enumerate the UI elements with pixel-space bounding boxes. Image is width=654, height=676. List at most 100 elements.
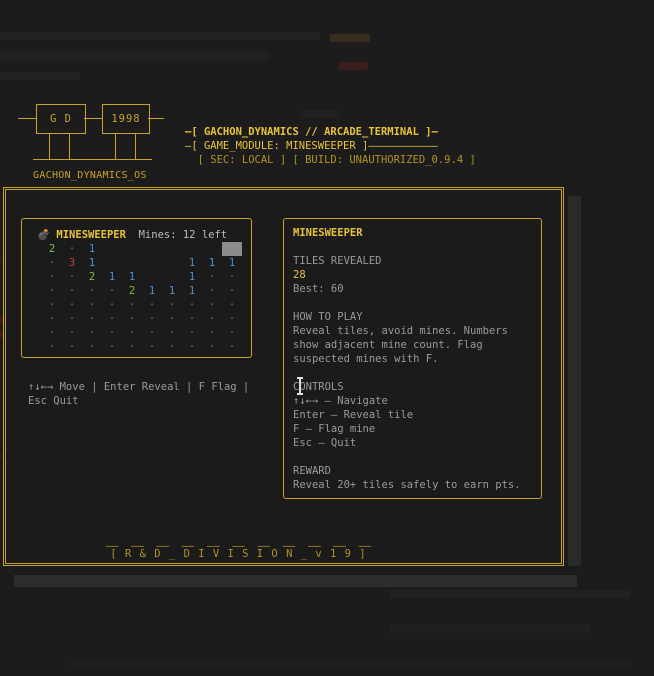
mine-cell[interactable]: · xyxy=(82,312,102,326)
mine-cell[interactable]: · xyxy=(142,298,162,312)
tiles-revealed-value: 28 xyxy=(293,269,306,281)
mine-cell[interactable] xyxy=(122,256,142,270)
logo-box-year: 1998 xyxy=(102,104,150,134)
mine-cell[interactable]: · xyxy=(62,242,82,256)
mine-cell[interactable]: 2 xyxy=(122,284,142,298)
mine-cell[interactable]: · xyxy=(42,284,62,298)
mine-cell[interactable]: · xyxy=(42,326,62,340)
terminal-title: —[ GACHON_DYNAMICS // ARCADE_TERMINAL ]— xyxy=(185,126,438,138)
mine-cell[interactable]: · xyxy=(162,326,182,340)
mine-cell[interactable] xyxy=(102,242,122,256)
mine-cell[interactable]: · xyxy=(42,340,62,354)
mine-cell[interactable]: · xyxy=(62,340,82,354)
mine-cell[interactable]: · xyxy=(102,326,122,340)
mine-cell[interactable] xyxy=(122,242,142,256)
mine-cell[interactable] xyxy=(102,256,122,270)
mine-cell[interactable]: · xyxy=(142,340,162,354)
mine-cell[interactable]: 1 xyxy=(182,256,202,270)
mine-cell[interactable] xyxy=(182,242,202,256)
module-title: —[ GAME_MODULE: MINESWEEPER ]——————————— xyxy=(185,140,438,152)
mine-cell[interactable]: · xyxy=(222,340,242,354)
mine-cell[interactable]: · xyxy=(82,326,102,340)
mine-cell[interactable]: · xyxy=(102,340,122,354)
game-title: MINESWEEPER xyxy=(56,229,126,241)
mine-cell[interactable]: · xyxy=(82,340,102,354)
mine-cell[interactable]: · xyxy=(122,340,142,354)
mine-cell[interactable]: · xyxy=(102,284,122,298)
mine-cell[interactable] xyxy=(162,256,182,270)
mine-cell[interactable]: · xyxy=(202,340,222,354)
mine-cell[interactable]: · xyxy=(62,326,82,340)
logo-box-gd: G D xyxy=(36,104,86,134)
mine-cell[interactable] xyxy=(162,242,182,256)
bomb-icon: 💣 xyxy=(37,229,51,241)
minesweeper-board-panel: 💣 MINESWEEPER Mines: 12 left 2 · 1 · 3 1 1 1 1 · ·… xyxy=(21,218,252,358)
mine-cell[interactable]: · xyxy=(202,326,222,340)
mine-cell[interactable]: · xyxy=(222,270,242,284)
mine-cell[interactable]: 1 xyxy=(122,270,142,284)
mine-cell[interactable] xyxy=(162,270,182,284)
mine-cell[interactable] xyxy=(142,256,162,270)
mine-cell[interactable]: · xyxy=(182,312,202,326)
mine-cell[interactable]: · xyxy=(202,312,222,326)
mine-cell[interactable]: · xyxy=(222,326,242,340)
control-flag: F — Flag mine xyxy=(293,423,376,435)
mine-cell[interactable]: 1 xyxy=(182,270,202,284)
mine-cell[interactable]: 2 xyxy=(82,270,102,284)
mine-cell[interactable]: · xyxy=(222,298,242,312)
mine-cell[interactable]: · xyxy=(42,270,62,284)
mine-cell[interactable] xyxy=(142,242,162,256)
mine-cell[interactable]: · xyxy=(162,312,182,326)
mine-cell[interactable]: · xyxy=(122,326,142,340)
mine-cell[interactable]: · xyxy=(102,312,122,326)
reward-text: Reveal 20+ tiles safely to earn pts. xyxy=(293,479,521,491)
mine-cell[interactable]: · xyxy=(142,312,162,326)
mine-cell[interactable]: · xyxy=(42,256,62,270)
mine-cell[interactable]: · xyxy=(122,298,142,312)
mine-cell[interactable]: 1 xyxy=(182,284,202,298)
mine-cell[interactable]: 1 xyxy=(162,284,182,298)
mine-cell[interactable] xyxy=(202,242,222,256)
mine-cell[interactable]: · xyxy=(162,298,182,312)
window-shadow xyxy=(14,575,577,587)
mine-cell[interactable]: · xyxy=(62,284,82,298)
mine-cell[interactable]: · xyxy=(102,298,122,312)
control-navigate: ↑↓←→ — Navigate xyxy=(293,395,388,407)
mine-cell[interactable]: 1 xyxy=(142,284,162,298)
best-score: Best: 60 xyxy=(293,283,344,295)
mine-cell[interactable]: · xyxy=(122,312,142,326)
mine-cell[interactable]: 2 xyxy=(42,242,62,256)
scrollbar[interactable] xyxy=(568,196,581,566)
mine-cell[interactable]: 1 xyxy=(82,256,102,270)
mine-cell[interactable]: 1 xyxy=(202,256,222,270)
info-panel: MINESWEEPER TILES REVEALED 28 Best: 60 H… xyxy=(283,218,542,499)
mine-cell[interactable]: 3 xyxy=(62,256,82,270)
selected-cell[interactable] xyxy=(222,242,242,256)
mine-cell[interactable]: 1 xyxy=(82,242,102,256)
mine-cell[interactable]: · xyxy=(182,340,202,354)
mine-cell[interactable]: 1 xyxy=(102,270,122,284)
how-to-play-text: Reveal tiles, avoid mines. Numbers show … xyxy=(293,325,508,365)
mine-cell[interactable]: · xyxy=(182,326,202,340)
mine-cell[interactable]: · xyxy=(202,298,222,312)
mine-cell[interactable]: · xyxy=(202,270,222,284)
mine-cell[interactable]: · xyxy=(62,298,82,312)
mine-cell[interactable]: · xyxy=(222,312,242,326)
mine-cell[interactable]: · xyxy=(82,298,102,312)
mine-cell[interactable]: · xyxy=(222,284,242,298)
mine-cell[interactable]: · xyxy=(162,340,182,354)
mine-cell[interactable]: · xyxy=(62,270,82,284)
mine-cell[interactable]: · xyxy=(202,284,222,298)
control-reveal: Enter — Reveal tile xyxy=(293,409,414,421)
mine-cell[interactable]: · xyxy=(62,312,82,326)
logo-caption: GACHON_DYNAMICS_OS xyxy=(33,170,147,181)
tiles-revealed-label: TILES REVEALED xyxy=(293,255,382,267)
mine-cell[interactable]: 1 xyxy=(222,256,242,270)
mine-cell[interactable]: · xyxy=(182,298,202,312)
mine-cell[interactable]: · xyxy=(82,284,102,298)
mine-cell[interactable]: · xyxy=(42,312,62,326)
mine-cell[interactable] xyxy=(142,270,162,284)
reward-title: REWARD xyxy=(293,465,331,477)
mine-cell[interactable]: · xyxy=(42,298,62,312)
mine-cell[interactable]: · xyxy=(142,326,162,340)
